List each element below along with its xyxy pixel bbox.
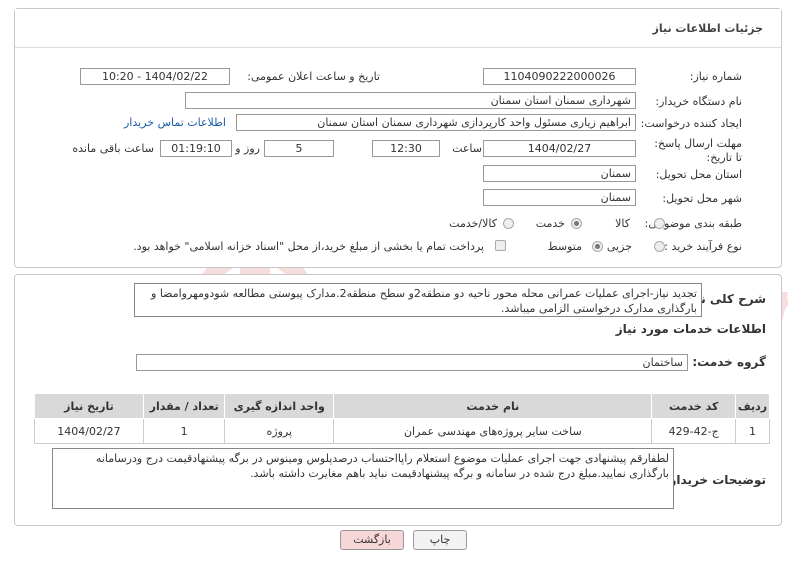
- remaining-label: ساعت باقی مانده: [72, 142, 154, 155]
- buyer-notes-textarea[interactable]: لطفارقم پیشنهادی جهت اجرای عملیات موضوع …: [52, 448, 674, 509]
- deadline-date-field[interactable]: 1404/02/27: [483, 140, 636, 157]
- print-button[interactable]: چاپ: [413, 530, 467, 550]
- cell-unit: پروژه: [224, 418, 335, 444]
- category-goods-radio[interactable]: [654, 218, 665, 229]
- col-name: نام خدمت: [333, 393, 653, 419]
- category-goods-service-radio[interactable]: [503, 218, 514, 229]
- remaining-time-field[interactable]: 01:19:10: [160, 140, 232, 157]
- col-qty: تعداد / مقدار: [142, 393, 226, 419]
- days-label: روز و: [235, 142, 260, 155]
- announce-datetime-field[interactable]: 1404/02/22 - 10:20: [80, 68, 230, 85]
- announce-label: تاریخ و ساعت اعلان عمومی:: [247, 70, 380, 83]
- cell-date: 1404/02/27: [34, 418, 144, 444]
- category-service-label: خدمت: [535, 217, 565, 230]
- need-number-label: شماره نیاز:: [689, 70, 742, 83]
- col-row: ردیف: [734, 393, 771, 419]
- col-date: تاریخ نیاز: [34, 393, 144, 419]
- back-button[interactable]: بازگشت: [340, 530, 404, 550]
- days-remaining-field[interactable]: 5: [264, 140, 334, 157]
- province-label: استان محل تحویل:: [655, 168, 742, 181]
- process-minor-radio[interactable]: [654, 241, 665, 252]
- treasury-payment-text: پرداخت تمام یا بخشی از مبلغ خرید،از محل …: [133, 240, 484, 253]
- deadline-time-label: ساعت: [452, 142, 482, 155]
- process-medium-label: متوسط: [547, 240, 582, 253]
- category-service-radio[interactable]: [571, 218, 582, 229]
- cell-code: ج-42-429: [651, 418, 736, 444]
- services-table: ردیف کد خدمت نام خدمت واحد اندازه گیری ت…: [34, 393, 771, 444]
- col-code: کد خدمت: [651, 393, 736, 419]
- deadline-time-field[interactable]: 12:30: [372, 140, 440, 157]
- city-label: شهر محل تحویل:: [662, 192, 742, 205]
- summary-textarea[interactable]: تجدید نیاز-اجرای عملیات عمرانی محله محور…: [134, 283, 702, 317]
- treasury-payment-checkbox[interactable]: [495, 240, 506, 251]
- need-number-field[interactable]: 1104090222000026: [483, 68, 636, 85]
- process-minor-label: جزیی: [606, 240, 632, 253]
- deadline-label: مهلت ارسال پاسخ: تا تاریخ:: [654, 137, 742, 164]
- panel-title: جزئیات اطلاعات نیاز: [652, 22, 764, 35]
- province-field[interactable]: سمنان: [483, 165, 636, 182]
- creator-field[interactable]: ابراهیم زیاری مسئول واحد کارپردازی شهردا…: [236, 114, 636, 131]
- service-group-field[interactable]: ساختمان: [136, 354, 688, 371]
- city-field[interactable]: سمنان: [483, 189, 636, 206]
- creator-label: ایجاد کننده درخواست:: [640, 117, 742, 130]
- panel-header: جزئیات اطلاعات نیاز: [15, 9, 781, 48]
- category-goods-service-label: کالا/خدمت: [449, 217, 497, 230]
- cell-row: 1: [734, 418, 771, 444]
- col-unit: واحد اندازه گیری: [224, 393, 335, 419]
- table-header-row: ردیف کد خدمت نام خدمت واحد اندازه گیری ت…: [34, 393, 771, 419]
- services-section-title: اطلاعات خدمات مورد نیاز: [615, 322, 766, 336]
- buyer-org-label: نام دستگاه خریدار:: [655, 95, 742, 108]
- service-group-label: گروه خدمت:: [692, 355, 766, 369]
- process-medium-radio[interactable]: [592, 241, 603, 252]
- buyer-contact-link[interactable]: اطلاعات تماس خریدار: [124, 116, 226, 129]
- table-row[interactable]: 1 ج-42-429 ساخت سایر پروژه‌های مهندسی عم…: [34, 418, 771, 444]
- process-label: نوع فرآیند خرید :: [664, 240, 742, 253]
- category-goods-label: کالا: [615, 217, 630, 230]
- cell-name: ساخت سایر پروژه‌های مهندسی عمران: [333, 418, 653, 444]
- buyer-notes-label: توضیحات خریدار:: [664, 473, 766, 487]
- buyer-org-field[interactable]: شهرداری سمنان استان سمنان: [185, 92, 636, 109]
- cell-qty: 1: [142, 418, 226, 444]
